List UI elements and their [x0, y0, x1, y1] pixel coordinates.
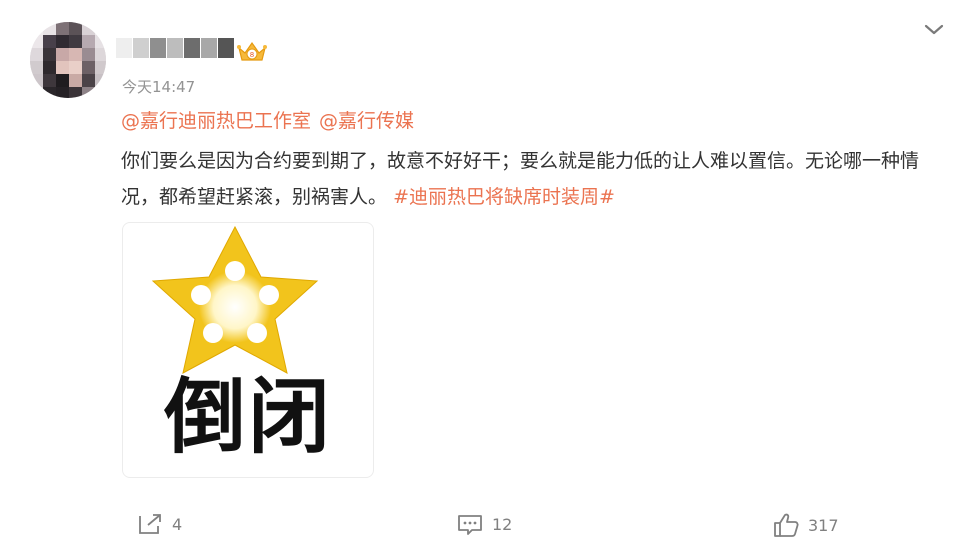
comment-bubble-icon	[458, 515, 482, 535]
crown-badge-icon: 8	[236, 38, 268, 64]
like-button[interactable]: 317	[772, 512, 839, 538]
share-arrow-icon	[139, 514, 161, 534]
chevron-down-icon[interactable]	[920, 18, 948, 40]
mention-link[interactable]: @嘉行传媒	[319, 110, 414, 132]
mentions-line: @嘉行迪丽热巴工作室 @嘉行传媒	[121, 106, 422, 133]
like-count: 317	[808, 515, 839, 535]
post-body: 你们要么是因为合约要到期了，故意不好好干；要么就是能力低的让人难以置信。无论哪一…	[121, 143, 936, 215]
post-timestamp[interactable]: 今天14:47	[122, 76, 195, 97]
hashtag-link[interactable]: #迪丽热巴将缺席时装周#	[393, 186, 615, 208]
comment-count: 12	[492, 514, 513, 534]
repost-button[interactable]: 4	[136, 512, 182, 536]
post-image[interactable]: 倒闭	[122, 222, 374, 478]
mention-link[interactable]: @嘉行迪丽热巴工作室	[121, 110, 311, 132]
username[interactable]	[116, 34, 235, 62]
user-avatar[interactable]	[30, 22, 106, 98]
svg-text:8: 8	[250, 51, 254, 59]
comment-button[interactable]: 12	[456, 512, 512, 536]
image-caption: 倒闭	[163, 370, 332, 465]
thumbs-up-icon	[774, 513, 799, 537]
repost-count: 4	[172, 514, 183, 534]
